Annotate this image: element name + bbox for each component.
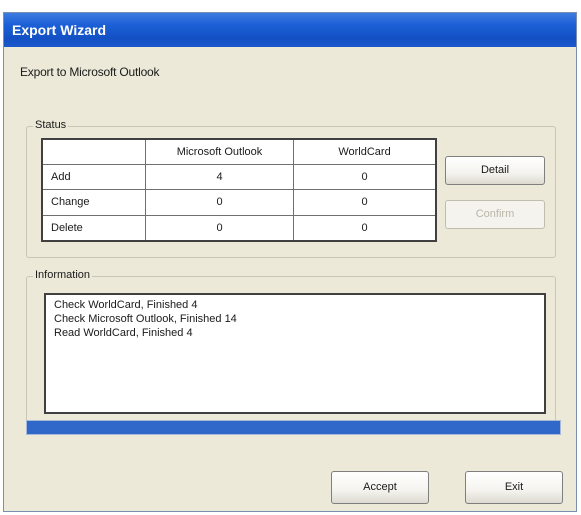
- row-label: Change: [41, 189, 146, 216]
- worldcard-count-cell: 0: [293, 214, 437, 242]
- table-header-cell: [41, 138, 146, 166]
- information-group: Information Check WorldCard, Finished 4 …: [26, 269, 556, 425]
- table-row: Add 4 0: [41, 164, 437, 191]
- outlook-count-cell: 4: [145, 164, 294, 191]
- row-label: Add: [41, 164, 146, 191]
- outlook-count-cell: 0: [145, 189, 294, 216]
- worldcard-count-cell: 0: [293, 189, 437, 216]
- outlook-count-cell: 0: [145, 214, 294, 242]
- accept-button[interactable]: Accept: [331, 471, 429, 504]
- confirm-button[interactable]: Confirm: [445, 200, 545, 229]
- worldcard-count-cell: 0: [293, 164, 437, 191]
- information-log[interactable]: Check WorldCard, Finished 4 Check Micros…: [44, 293, 546, 414]
- wizard-subtitle: Export to Microsoft Outlook: [20, 65, 160, 79]
- status-table: Microsoft Outlook WorldCard Add 4 0 Chan…: [41, 138, 437, 242]
- log-line: Check WorldCard, Finished 4: [54, 299, 198, 311]
- progress-bar: [26, 420, 561, 435]
- information-group-label: Information: [33, 269, 93, 281]
- table-header-cell: Microsoft Outlook: [145, 138, 294, 166]
- table-row: Change 0 0: [41, 189, 437, 216]
- detail-button[interactable]: Detail: [445, 156, 545, 185]
- log-line: Check Microsoft Outlook, Finished 14: [54, 313, 237, 325]
- status-group: Status Microsoft Outlook WorldCard Add 4…: [26, 119, 556, 258]
- table-header-cell: WorldCard: [293, 138, 437, 166]
- exit-button[interactable]: Exit: [465, 471, 563, 504]
- table-header-row: Microsoft Outlook WorldCard: [41, 138, 437, 166]
- title-bar[interactable]: Export Wizard: [4, 13, 576, 47]
- progress-fill: [27, 421, 560, 434]
- status-group-label: Status: [33, 119, 69, 131]
- row-label: Delete: [41, 214, 146, 242]
- window-title: Export Wizard: [12, 22, 106, 38]
- export-wizard-window: Export Wizard Export to Microsoft Outloo…: [3, 12, 577, 512]
- table-row: Delete 0 0: [41, 214, 437, 242]
- log-line: Read WorldCard, Finished 4: [54, 327, 193, 339]
